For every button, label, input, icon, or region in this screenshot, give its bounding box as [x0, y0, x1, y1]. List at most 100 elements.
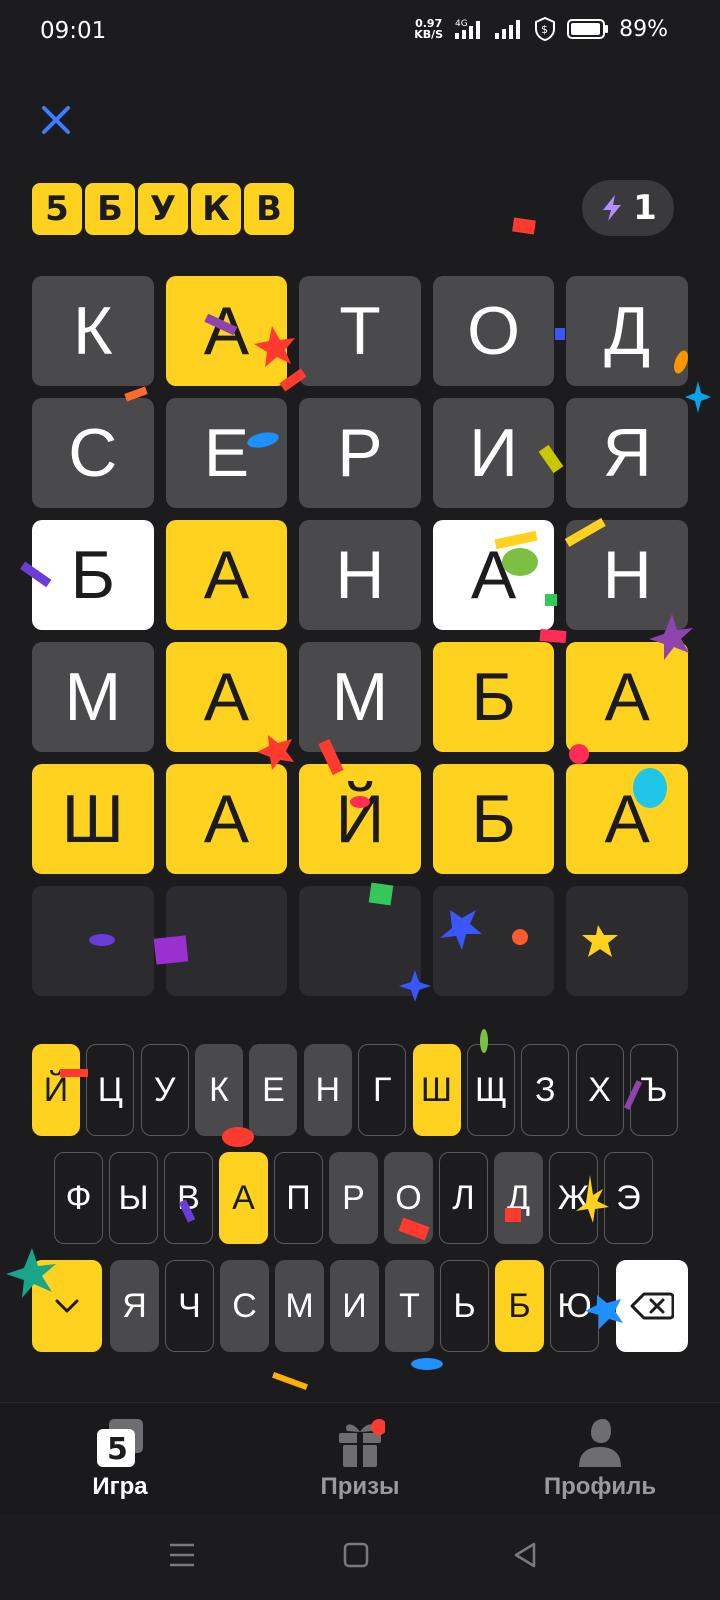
key[interactable]: П — [274, 1152, 323, 1244]
back-icon[interactable] — [512, 1541, 540, 1569]
home-icon[interactable] — [342, 1541, 370, 1569]
letter-tile: Е — [165, 398, 288, 508]
key[interactable]: С — [220, 1260, 269, 1352]
signal-icon — [495, 20, 521, 39]
letter-tile: А — [432, 520, 555, 630]
status-bar: 09:01 0.97 KB/S 4G $ 89% — [0, 0, 720, 64]
key[interactable]: Ы — [109, 1152, 158, 1244]
shield-icon: $ — [535, 16, 556, 42]
letter-tile: Б — [432, 764, 555, 874]
mobile-data-icon: 4G — [455, 19, 481, 39]
logo-tile: К — [191, 183, 241, 235]
letter-tile: А — [165, 520, 288, 630]
battery-percent: 89% — [619, 16, 668, 42]
logo-tile: У — [138, 183, 188, 235]
battery-icon — [567, 19, 609, 39]
letter-tile: А — [165, 642, 288, 752]
nav-item-profile[interactable]: Профиль — [480, 1403, 720, 1515]
letter-tile: А — [566, 764, 688, 874]
profile-icon — [579, 1419, 621, 1467]
key[interactable]: Р — [329, 1152, 378, 1244]
hint-button[interactable]: 1 — [582, 180, 674, 236]
key[interactable]: Э — [604, 1152, 653, 1244]
key[interactable]: А — [219, 1152, 268, 1244]
letter-tile: Б — [432, 642, 555, 752]
key[interactable]: Ц — [86, 1044, 135, 1136]
letter-tile: К — [32, 276, 154, 386]
keyboard-row: ФЫВАПРОЛДЖЭ — [32, 1152, 688, 1244]
key[interactable]: М — [275, 1260, 324, 1352]
network-type: 4G — [455, 19, 468, 29]
letter-tile: М — [299, 642, 421, 752]
letter-tile: Т — [299, 276, 421, 386]
grid-row: СЕРИЯ — [32, 398, 688, 508]
letter-tile: Н — [566, 520, 688, 630]
key[interactable]: Б — [495, 1260, 544, 1352]
key[interactable]: Й — [32, 1044, 80, 1136]
letter-tile: С — [32, 398, 154, 508]
letter-tile: Д — [566, 276, 688, 386]
backspace-key[interactable] — [616, 1260, 688, 1352]
letter-tile: И — [432, 398, 555, 508]
bottom-nav: 5 Игра Призы Профиль — [0, 1402, 720, 1515]
key[interactable]: Я — [110, 1260, 159, 1352]
network-speed-unit: KB/S — [414, 28, 444, 41]
key[interactable]: О — [384, 1152, 433, 1244]
key[interactable]: Ю — [550, 1260, 599, 1352]
keyboard: ЙЦУКЕНГШЩЗХЪ ФЫВАПРОЛДЖЭ ЯЧСМИТЬБЮ — [32, 1044, 688, 1368]
backspace-icon — [630, 1292, 674, 1320]
letter-tile — [299, 886, 421, 996]
letter-tile: Р — [299, 398, 421, 508]
enter-key[interactable] — [32, 1260, 102, 1352]
nav-label-prizes: Призы — [320, 1473, 400, 1500]
system-nav-bar — [0, 1514, 720, 1600]
key[interactable]: В — [164, 1152, 213, 1244]
game-icon-digit: 5 — [107, 1432, 128, 1467]
letter-tile — [566, 886, 688, 996]
nav-item-game[interactable]: 5 Игра — [0, 1403, 240, 1515]
logo-tile: Б — [85, 183, 135, 235]
lightning-icon — [603, 195, 622, 221]
key[interactable]: К — [195, 1044, 244, 1136]
keyboard-row: ЯЧСМИТЬБЮ — [32, 1260, 688, 1352]
key[interactable]: Щ — [466, 1044, 515, 1136]
key[interactable]: Х — [575, 1044, 624, 1136]
grid-row: БАНАН — [32, 520, 688, 630]
key[interactable]: Г — [358, 1044, 407, 1136]
key[interactable]: Ъ — [629, 1044, 678, 1136]
letter-tile — [432, 886, 555, 996]
hint-count: 1 — [633, 188, 657, 228]
close-button[interactable] — [36, 100, 76, 140]
grid-row — [32, 886, 688, 996]
key[interactable]: Ч — [165, 1260, 214, 1352]
key[interactable]: Е — [249, 1044, 298, 1136]
gift-icon — [339, 1419, 385, 1467]
key[interactable]: Т — [385, 1260, 434, 1352]
status-time: 09:01 — [40, 18, 107, 44]
letter-tile: О — [432, 276, 555, 386]
key[interactable]: И — [330, 1260, 379, 1352]
key[interactable]: Н — [303, 1044, 352, 1136]
key[interactable]: Д — [494, 1152, 543, 1244]
logo-tile: 5 — [32, 183, 82, 235]
letter-tile: М — [32, 642, 154, 752]
letter-tile: А — [165, 764, 288, 874]
key[interactable]: Л — [439, 1152, 488, 1244]
keyboard-row: ЙЦУКЕНГШЩЗХЪ — [32, 1044, 688, 1136]
app-logo: 5 Б У К В — [32, 183, 294, 235]
key[interactable]: Ж — [549, 1152, 598, 1244]
letter-tile: Н — [299, 520, 421, 630]
menu-icon[interactable] — [168, 1542, 196, 1568]
key[interactable]: З — [521, 1044, 570, 1136]
status-icons: 0.97 KB/S 4G $ 89% — [414, 16, 668, 42]
letter-tile: Я — [566, 398, 688, 508]
key[interactable]: У — [140, 1044, 189, 1136]
key[interactable]: Ф — [54, 1152, 103, 1244]
key[interactable]: Ш — [412, 1044, 461, 1136]
nav-item-prizes[interactable]: Призы — [240, 1403, 480, 1515]
game-icon: 5 — [97, 1419, 143, 1467]
word-grid: КАТОДСЕРИЯБАНАНМАМБАШАЙБА — [32, 276, 688, 1008]
nav-label-game: Игра — [92, 1473, 148, 1500]
key[interactable]: Ь — [440, 1260, 489, 1352]
network-speed: 0.97 KB/S — [414, 18, 443, 40]
